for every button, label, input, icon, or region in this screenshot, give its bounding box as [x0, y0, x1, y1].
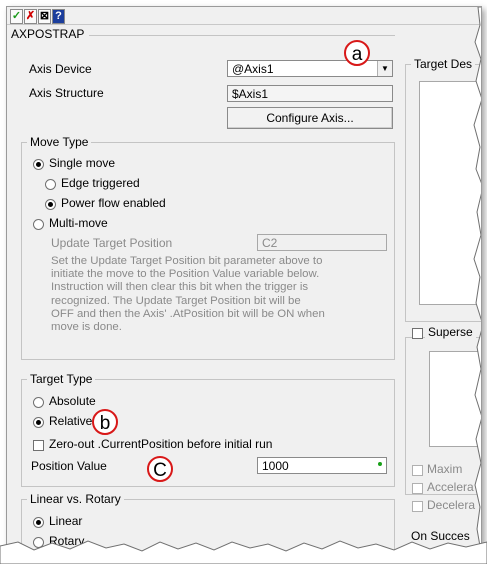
callout-b: b — [92, 409, 118, 435]
edge-triggered-label[interactable]: Edge triggered — [61, 176, 140, 190]
axis-structure-field[interactable]: $Axis1 — [227, 85, 393, 102]
multi-move-label[interactable]: Multi-move — [49, 216, 108, 230]
position-value: 1000 — [262, 459, 289, 473]
toolbar: ✓ ✗ ⊠ ? — [10, 9, 66, 24]
power-flow-label[interactable]: Power flow enabled — [61, 196, 166, 210]
check-icon[interactable]: ✓ — [10, 9, 23, 24]
description-line: Instruction will then clear this bit whe… — [51, 281, 309, 294]
axis-device-label: Axis Device — [29, 62, 92, 76]
single-move-radio[interactable] — [33, 159, 44, 170]
chevron-down-icon[interactable]: ▼ — [377, 61, 392, 76]
help-icon[interactable]: ? — [52, 9, 65, 24]
supersede-checkbox[interactable] — [412, 328, 423, 339]
axis-structure-value: $Axis1 — [232, 87, 269, 101]
description-line: OFF and then the Axis' .AtPosition bit w… — [51, 307, 325, 320]
update-target-field: C2 — [257, 234, 387, 251]
multi-move-description: Set the Update Target Position bit param… — [51, 255, 325, 334]
edge-triggered-radio[interactable] — [45, 179, 56, 190]
maximum-checkbox — [412, 465, 423, 476]
target-desc-legend: Target Des — [411, 57, 476, 71]
linear-radio[interactable] — [33, 517, 44, 528]
toolbar-divider — [7, 24, 481, 25]
acceleration-checkbox — [412, 483, 423, 494]
relative-label[interactable]: Relative — [49, 414, 92, 428]
torn-edge-bottom — [0, 540, 487, 564]
valid-indicator-icon — [378, 462, 382, 466]
axpostrap-dialog: ✓ ✗ ⊠ ? AXPOSTRAP Axis Device @Axis1 ▼ A… — [6, 6, 482, 553]
instruction-title: AXPOSTRAP — [11, 27, 85, 41]
zero-out-checkbox[interactable] — [33, 440, 44, 451]
torn-edge-right — [473, 7, 481, 552]
configure-axis-button[interactable]: Configure Axis... — [227, 107, 393, 129]
single-move-label[interactable]: Single move — [49, 156, 115, 170]
axis-structure-label: Axis Structure — [29, 86, 104, 100]
description-line: recognized. The Update Target Position b… — [51, 294, 301, 307]
description-line: initiate the move to the Position Value … — [51, 268, 320, 281]
axis-device-select[interactable]: @Axis1 ▼ — [227, 60, 393, 77]
position-value-field[interactable]: 1000 — [257, 457, 387, 474]
maximum-label: Maxim — [427, 462, 463, 476]
title-divider — [89, 35, 395, 36]
absolute-label[interactable]: Absolute — [49, 394, 96, 408]
move-type-legend: Move Type — [27, 135, 92, 149]
absolute-radio[interactable] — [33, 397, 44, 408]
relative-radio[interactable] — [33, 417, 44, 428]
supersede-label[interactable]: Superse — [425, 325, 476, 339]
description-line: Set the Update Target Position bit param… — [51, 255, 323, 267]
power-flow-radio[interactable] — [45, 199, 56, 210]
verify-icon[interactable]: ⊠ — [38, 9, 51, 24]
target-type-legend: Target Type — [27, 372, 96, 386]
acceleration-label: Accelera — [427, 480, 474, 494]
linear-label[interactable]: Linear — [49, 514, 82, 528]
update-target-value: C2 — [262, 236, 278, 250]
axis-device-value: @Axis1 — [232, 62, 274, 76]
multi-move-radio[interactable] — [33, 219, 44, 230]
deceleration-checkbox — [412, 501, 423, 512]
zero-out-label[interactable]: Zero-out .CurrentPosition before initial… — [49, 437, 272, 451]
position-value-label: Position Value — [31, 459, 107, 473]
deceleration-label: Decelera — [427, 498, 476, 512]
close-icon[interactable]: ✗ — [24, 9, 37, 24]
update-target-label: Update Target Position — [51, 236, 173, 250]
callout-a: a — [344, 40, 370, 66]
linear-rotary-legend: Linear vs. Rotary — [27, 492, 124, 506]
callout-c: C — [147, 456, 173, 482]
description-line: move is done. — [51, 321, 122, 334]
